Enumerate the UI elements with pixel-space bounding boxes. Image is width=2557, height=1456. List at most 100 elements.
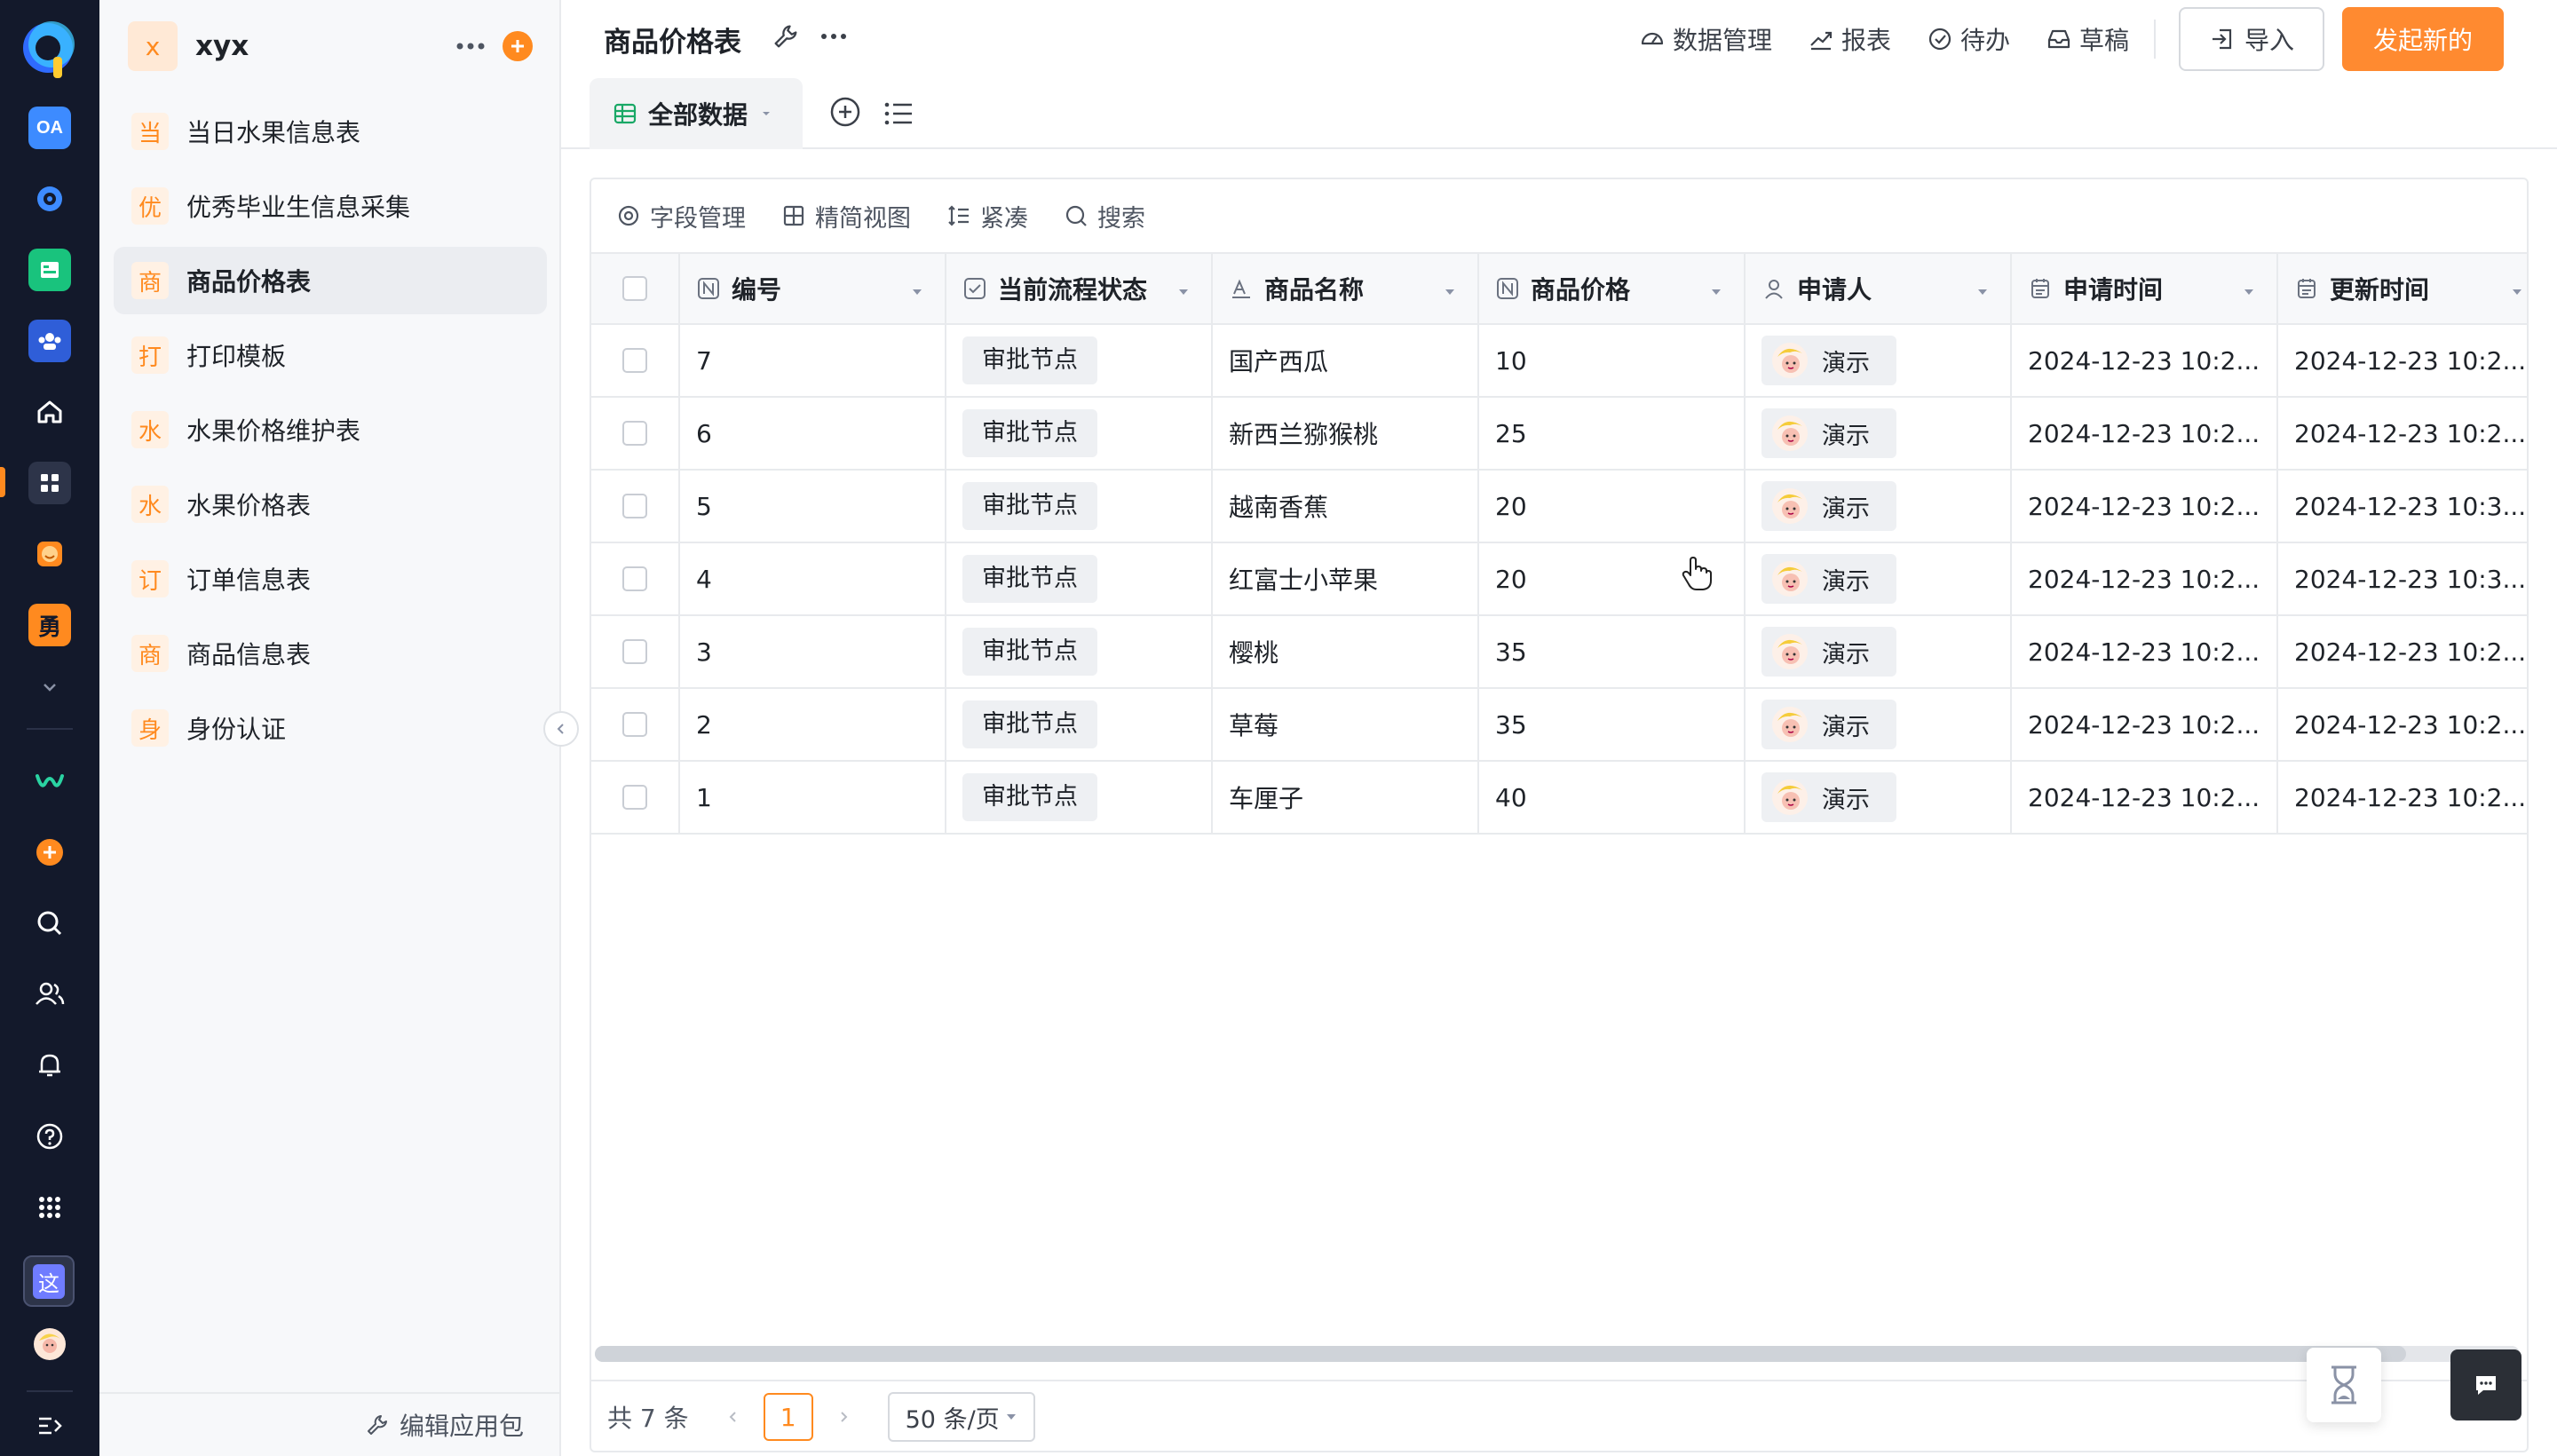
column-header[interactable]: 编号 [680, 254, 946, 323]
cell-price[interactable]: 40 [1479, 762, 1746, 833]
edit-app-package-link[interactable]: 编辑应用包 [99, 1392, 559, 1456]
expand-icon[interactable] [28, 1405, 71, 1447]
team-icon[interactable] [28, 320, 71, 362]
cell-id[interactable]: 1 [680, 762, 946, 833]
wrench-icon[interactable] [771, 21, 801, 55]
add-icon[interactable] [28, 831, 71, 874]
sidebar-item[interactable]: 商商品信息表 [114, 620, 547, 687]
next-page-icon[interactable] [826, 1399, 861, 1435]
column-header[interactable]: 申请人 [1746, 254, 2012, 323]
wave-logo-icon[interactable] [28, 760, 71, 803]
prev-page-icon[interactable] [716, 1399, 751, 1435]
sidebar-item[interactable]: 水水果价格表 [114, 471, 547, 538]
horizontal-scrollbar[interactable] [595, 1346, 2520, 1362]
cell-updated-time[interactable]: 2024-12-23 10:3... [2278, 471, 2527, 542]
oa-icon[interactable]: OA [28, 107, 71, 149]
cell-price[interactable]: 10 [1479, 325, 1746, 396]
cell-product-name[interactable]: 草莓 [1213, 689, 1479, 760]
cell-updated-time[interactable]: 2024-12-23 10:2... [2278, 762, 2527, 833]
sidebar-item[interactable]: 身身份认证 [114, 694, 547, 762]
cell-price[interactable]: 20 [1479, 471, 1746, 542]
table-row[interactable]: 6 审批节点 新西兰猕猴桃 25 演示 2024-12-23 10:2... 2024-12… [591, 398, 2527, 471]
add-form-icon[interactable] [503, 31, 533, 61]
column-header[interactable]: 商品价格 [1479, 254, 1746, 323]
smile-icon[interactable] [28, 533, 71, 575]
cell-applicant[interactable]: 演示 [1746, 398, 2012, 469]
cell-applicant[interactable]: 演示 [1746, 325, 2012, 396]
report-link[interactable]: 报表 [1808, 21, 1891, 57]
cell-applicant[interactable]: 演示 [1746, 616, 2012, 687]
compact-button[interactable]: 紧凑 [946, 199, 1028, 233]
cell-applicant[interactable]: 演示 [1746, 762, 2012, 833]
cell-status[interactable]: 审批节点 [946, 616, 1213, 687]
cell-applied-time[interactable]: 2024-12-23 10:2... [2012, 616, 2278, 687]
sidebar-item-active[interactable]: 商商品价格表 [114, 247, 547, 314]
field-manage-button[interactable]: 字段管理 [616, 199, 746, 233]
cell-price[interactable]: 35 [1479, 616, 1746, 687]
import-button[interactable]: 导入 [2179, 7, 2324, 71]
cell-id[interactable]: 2 [680, 689, 946, 760]
cell-applicant[interactable]: 演示 [1746, 471, 2012, 542]
table-row[interactable]: 3 审批节点 樱桃 35 演示 2024-12-23 10:2... 2024-12-23 … [591, 616, 2527, 689]
cell-applied-time[interactable]: 2024-12-23 10:2... [2012, 543, 2278, 614]
simple-view-button[interactable]: 精简视图 [781, 199, 911, 233]
cell-updated-time[interactable]: 2024-12-23 10:2... [2278, 398, 2527, 469]
view-list-icon[interactable] [883, 98, 914, 133]
cell-applicant[interactable]: 演示 [1746, 543, 2012, 614]
row-checkbox[interactable] [622, 785, 647, 810]
chevron-down-icon[interactable] [28, 666, 71, 708]
cell-status[interactable]: 审批节点 [946, 471, 1213, 542]
table-row[interactable]: 5 审批节点 越南香蕉 20 演示 2024-12-23 10:2... 2024-12-2… [591, 471, 2527, 543]
scrollbar-thumb[interactable] [595, 1346, 2406, 1362]
page-size-select[interactable]: 50 条/页 [887, 1392, 1035, 1442]
new-record-button[interactable]: 发起新的 [2342, 7, 2504, 71]
table-row[interactable]: 1 审批节点 车厘子 40 演示 2024-12-23 10:2... 2024-12-23… [591, 762, 2527, 835]
cell-product-name[interactable]: 樱桃 [1213, 616, 1479, 687]
bell-icon[interactable] [28, 1044, 71, 1087]
select-all-checkbox[interactable] [622, 276, 647, 301]
cell-status[interactable]: 审批节点 [946, 543, 1213, 614]
data-manage-link[interactable]: 数据管理 [1639, 21, 1772, 57]
cell-applied-time[interactable]: 2024-12-23 10:2... [2012, 689, 2278, 760]
cell-id[interactable]: 3 [680, 616, 946, 687]
cell-applied-time[interactable]: 2024-12-23 10:2... [2012, 325, 2278, 396]
tab-all-data[interactable]: 全部数据 [590, 78, 803, 149]
column-header[interactable]: 更新时间 [2278, 254, 2527, 323]
table-row[interactable]: 7 审批节点 国产西瓜 10 演示 2024-12-23 10:2... 2024-12-2… [591, 325, 2527, 398]
row-checkbox[interactable] [622, 566, 647, 591]
table-row[interactable]: 2 审批节点 草莓 35 演示 2024-12-23 10:2... 2024-12-23 … [591, 689, 2527, 762]
cell-updated-time[interactable]: 2024-12-23 10:3... [2278, 543, 2527, 614]
cell-id[interactable]: 6 [680, 398, 946, 469]
sidebar-item[interactable]: 优优秀毕业生信息采集 [114, 172, 547, 240]
column-header[interactable]: 商品名称 [1213, 254, 1479, 323]
sidebar-item[interactable]: 订订单信息表 [114, 545, 547, 613]
cell-applicant[interactable]: 演示 [1746, 689, 2012, 760]
row-checkbox[interactable] [622, 421, 647, 446]
app-logo[interactable] [20, 18, 80, 82]
cell-price[interactable]: 35 [1479, 689, 1746, 760]
search-button[interactable]: 搜索 [1064, 199, 1145, 233]
cell-product-name[interactable]: 越南香蕉 [1213, 471, 1479, 542]
cell-id[interactable]: 4 [680, 543, 946, 614]
cell-product-name[interactable]: 车厘子 [1213, 762, 1479, 833]
user-avatar[interactable] [28, 1323, 71, 1365]
gear-icon[interactable] [28, 178, 71, 220]
sidebar-item[interactable]: 打打印模板 [114, 321, 547, 389]
page-number-current[interactable]: 1 [763, 1393, 813, 1441]
cell-applied-time[interactable]: 2024-12-23 10:2... [2012, 471, 2278, 542]
more-icon[interactable] [819, 21, 849, 55]
cell-updated-time[interactable]: 2024-12-23 10:2... [2278, 325, 2527, 396]
yong-icon[interactable]: 勇 [28, 604, 71, 646]
draft-link[interactable]: 草稿 [2046, 21, 2129, 57]
dots-grid-icon[interactable] [28, 1186, 71, 1229]
hourglass-icon[interactable] [2307, 1348, 2381, 1422]
column-header[interactable]: 当前流程状态 [946, 254, 1213, 323]
users-icon[interactable] [28, 973, 71, 1016]
sidebar-item[interactable]: 水水果价格维护表 [114, 396, 547, 463]
zhe-icon[interactable]: 这 [23, 1255, 75, 1307]
search-icon[interactable] [28, 902, 71, 945]
sidebar-item[interactable]: 当当日水果信息表 [114, 98, 547, 165]
apps-grid-icon[interactable] [28, 462, 71, 504]
cell-product-name[interactable]: 红富士小苹果 [1213, 543, 1479, 614]
cell-status[interactable]: 审批节点 [946, 689, 1213, 760]
